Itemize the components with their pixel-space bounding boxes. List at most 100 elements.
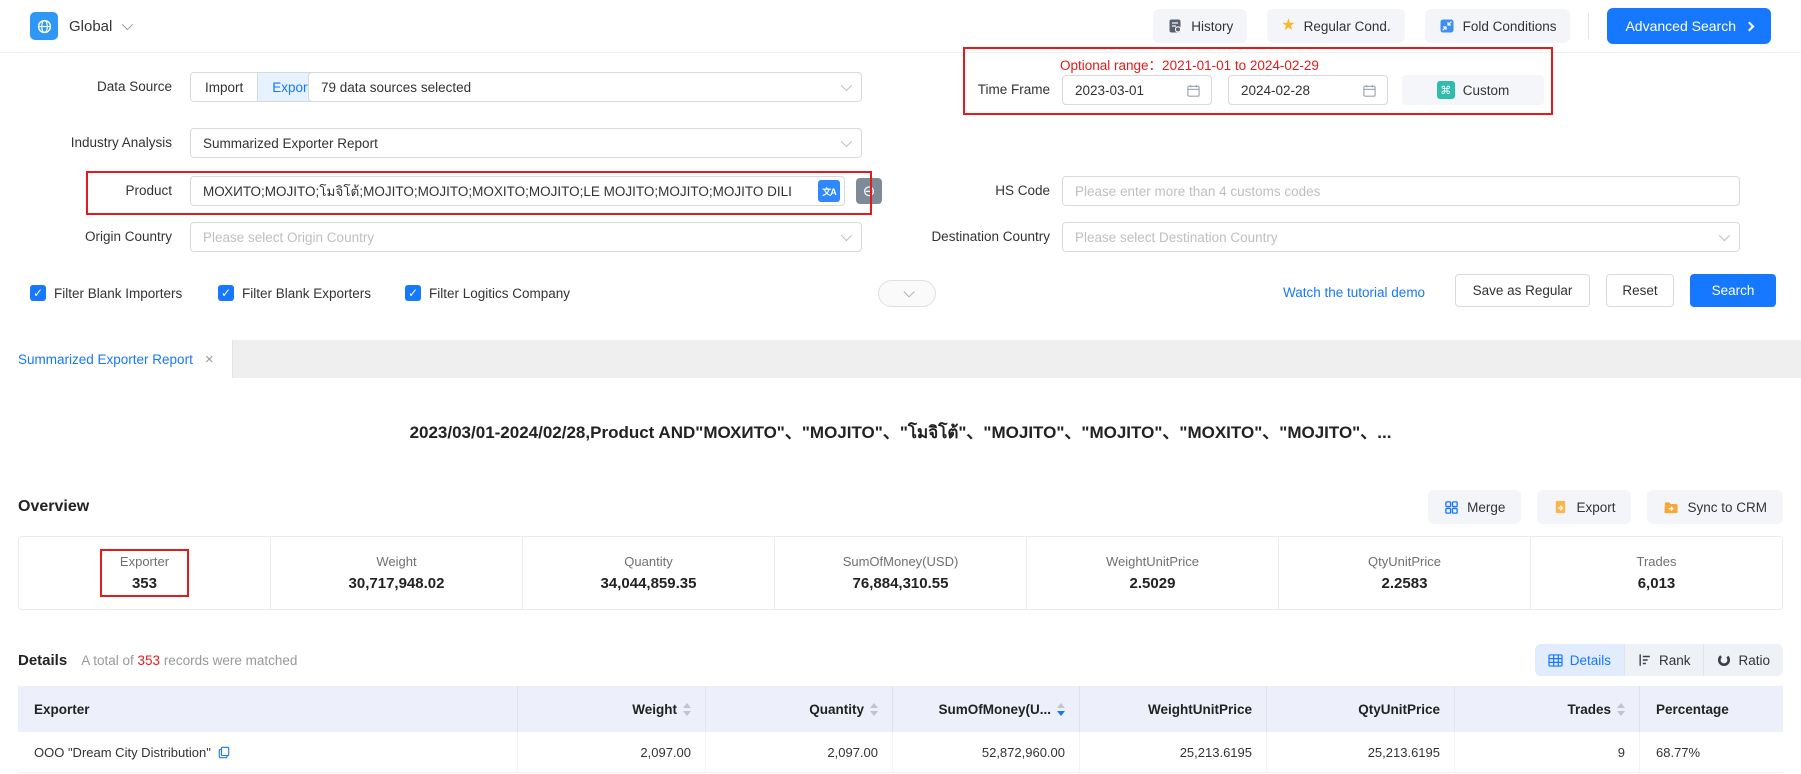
column-header-weight[interactable]: Weight xyxy=(518,686,706,732)
cell-weight: 2,097.00 xyxy=(518,732,706,772)
stat-qty-unit-price: QtyUnitPrice 2.2583 xyxy=(1278,537,1530,609)
sort-icon[interactable] xyxy=(870,703,878,716)
close-icon[interactable]: × xyxy=(205,351,214,368)
stat-value: 30,717,948.02 xyxy=(349,575,445,592)
end-date-input[interactable]: 2024-02-28 xyxy=(1228,75,1388,105)
sort-icon[interactable] xyxy=(1617,703,1625,716)
industry-analysis-value: Summarized Exporter Report xyxy=(203,136,378,151)
rank-icon xyxy=(1638,653,1652,667)
region-selector-label[interactable]: Global xyxy=(69,18,112,35)
view-switcher: Details Rank xyxy=(1535,644,1783,676)
search-button[interactable]: Search xyxy=(1690,274,1776,307)
column-header-trades[interactable]: Trades xyxy=(1455,686,1640,732)
tutorial-demo-link[interactable]: Watch the tutorial demo xyxy=(1283,277,1425,309)
stat-label: Trades xyxy=(1637,554,1677,569)
overview-stats-card: Exporter 353 Weight 30,717,948.02 Quanti… xyxy=(18,536,1783,610)
topbar-actions: History ★ Regular Cond. Fold Conditions … xyxy=(1133,8,1771,44)
table-icon xyxy=(1548,654,1563,667)
history-button[interactable]: History xyxy=(1153,9,1247,43)
tab-label: Summarized Exporter Report xyxy=(18,352,193,367)
column-header-sum-of-money[interactable]: SumOfMoney(U... xyxy=(893,686,1080,732)
checkbox-checked-icon: ✓ xyxy=(218,285,234,301)
import-toggle[interactable]: Import xyxy=(191,73,257,101)
cell-sum-of-money: 52,872,960.00 xyxy=(893,732,1080,772)
filter-label: Filter Logitics Company xyxy=(429,286,570,301)
stat-label: Exporter xyxy=(120,554,169,569)
reset-button[interactable]: Reset xyxy=(1606,274,1674,307)
stat-exporter: Exporter 353 xyxy=(19,537,270,609)
industry-analysis-label: Industry Analysis xyxy=(0,128,172,158)
stat-quantity: Quantity 34,044,859.35 xyxy=(522,537,774,609)
destination-country-select[interactable]: Please select Destination Country xyxy=(1062,222,1740,252)
fold-conditions-button[interactable]: Fold Conditions xyxy=(1425,9,1571,43)
collapse-form-button[interactable] xyxy=(878,280,936,307)
stat-label: Quantity xyxy=(624,554,672,569)
regular-cond-button[interactable]: ★ Regular Cond. xyxy=(1267,9,1404,43)
sort-icon[interactable] xyxy=(683,703,691,716)
stat-label: QtyUnitPrice xyxy=(1368,554,1441,569)
table-body: OOO "Dream City Distribution" 2,097.00 2… xyxy=(18,732,1783,773)
stat-value: 6,013 xyxy=(1638,575,1676,592)
product-input[interactable] xyxy=(190,176,845,206)
table-header-row: Exporter Weight Quantity SumOfMoney(U...… xyxy=(18,686,1783,732)
column-label: WeightUnitPrice xyxy=(1148,702,1252,717)
calendar-icon xyxy=(1362,83,1377,98)
details-title: Details xyxy=(18,652,67,669)
column-header-qty-unit-price: QtyUnitPrice xyxy=(1267,686,1455,732)
save-as-regular-button[interactable]: Save as Regular xyxy=(1455,274,1590,307)
sort-icon-active-desc[interactable] xyxy=(1057,703,1065,716)
cell-trades: 9 xyxy=(1455,732,1640,772)
chevron-down-icon xyxy=(903,286,914,297)
filter-label: Filter Blank Exporters xyxy=(242,286,371,301)
origin-country-select[interactable]: Please select Origin Country xyxy=(190,222,862,252)
advanced-search-button[interactable]: Advanced Search xyxy=(1607,8,1771,44)
time-frame-label: Time Frame xyxy=(860,75,1050,105)
translate-icon[interactable]: 文A xyxy=(818,180,840,202)
custom-range-button[interactable]: ⌘ Custom xyxy=(1402,75,1544,105)
chevron-right-icon xyxy=(1745,21,1755,31)
star-icon: ★ xyxy=(1281,18,1295,34)
sync-to-crm-button[interactable]: Sync to CRM xyxy=(1647,490,1783,524)
product-label: Product xyxy=(0,176,172,206)
industry-analysis-select[interactable]: Summarized Exporter Report xyxy=(190,128,862,158)
column-label: Weight xyxy=(632,702,677,717)
match-suffix: records were matched xyxy=(164,653,298,668)
data-source-label: Data Source xyxy=(0,72,172,102)
checkbox-checked-icon: ✓ xyxy=(405,285,421,301)
column-label: SumOfMoney(U... xyxy=(938,702,1051,717)
start-date-input[interactable]: 2023-03-01 xyxy=(1062,75,1212,105)
destination-country-label: Destination Country xyxy=(860,222,1050,252)
view-ratio-label: Ratio xyxy=(1738,653,1770,668)
chevron-down-icon[interactable] xyxy=(122,19,133,30)
stat-value: 76,884,310.55 xyxy=(853,575,949,592)
chevron-down-icon xyxy=(841,230,852,241)
table-row[interactable]: OOO "Dream City Distribution" 2,097.00 2… xyxy=(18,732,1783,773)
export-label: Export xyxy=(1576,500,1615,515)
column-header-quantity[interactable]: Quantity xyxy=(706,686,893,732)
merge-button[interactable]: Merge xyxy=(1428,490,1521,524)
export-button[interactable]: Export xyxy=(1537,490,1631,524)
stat-label: Weight xyxy=(376,554,416,569)
merge-label: Merge xyxy=(1467,500,1505,515)
search-form: Data Source Import Export 79 data source… xyxy=(0,53,1801,340)
stat-sum-of-money: SumOfMoney(USD) 76,884,310.55 xyxy=(774,537,1026,609)
filter-logistics-company-checkbox[interactable]: ✓ Filter Logitics Company xyxy=(405,277,570,309)
stat-weight: Weight 30,717,948.02 xyxy=(270,537,522,609)
exporter-name-link[interactable]: OOO "Dream City Distribution" xyxy=(34,745,211,760)
filter-blank-importers-checkbox[interactable]: ✓ Filter Blank Importers xyxy=(30,277,182,309)
column-label: QtyUnitPrice xyxy=(1358,702,1440,717)
data-source-select[interactable]: 79 data sources selected xyxy=(308,72,862,102)
match-count-text: A total of 353 records were matched xyxy=(81,653,297,668)
cell-weight-unit-price: 25,213.6195 xyxy=(1080,732,1267,772)
filter-blank-exporters-checkbox[interactable]: ✓ Filter Blank Exporters xyxy=(218,277,371,309)
view-ratio-button[interactable]: Ratio xyxy=(1703,644,1783,676)
hs-code-input[interactable] xyxy=(1062,176,1740,206)
copy-icon[interactable] xyxy=(218,746,230,759)
tab-summarized-exporter-report[interactable]: Summarized Exporter Report × xyxy=(0,340,233,378)
view-rank-button[interactable]: Rank xyxy=(1624,644,1704,676)
cell-percentage: 68.77% xyxy=(1640,732,1783,772)
view-details-button[interactable]: Details xyxy=(1535,644,1624,676)
merge-icon xyxy=(1444,500,1459,515)
stat-label: WeightUnitPrice xyxy=(1106,554,1199,569)
chevron-down-icon xyxy=(1719,230,1730,241)
